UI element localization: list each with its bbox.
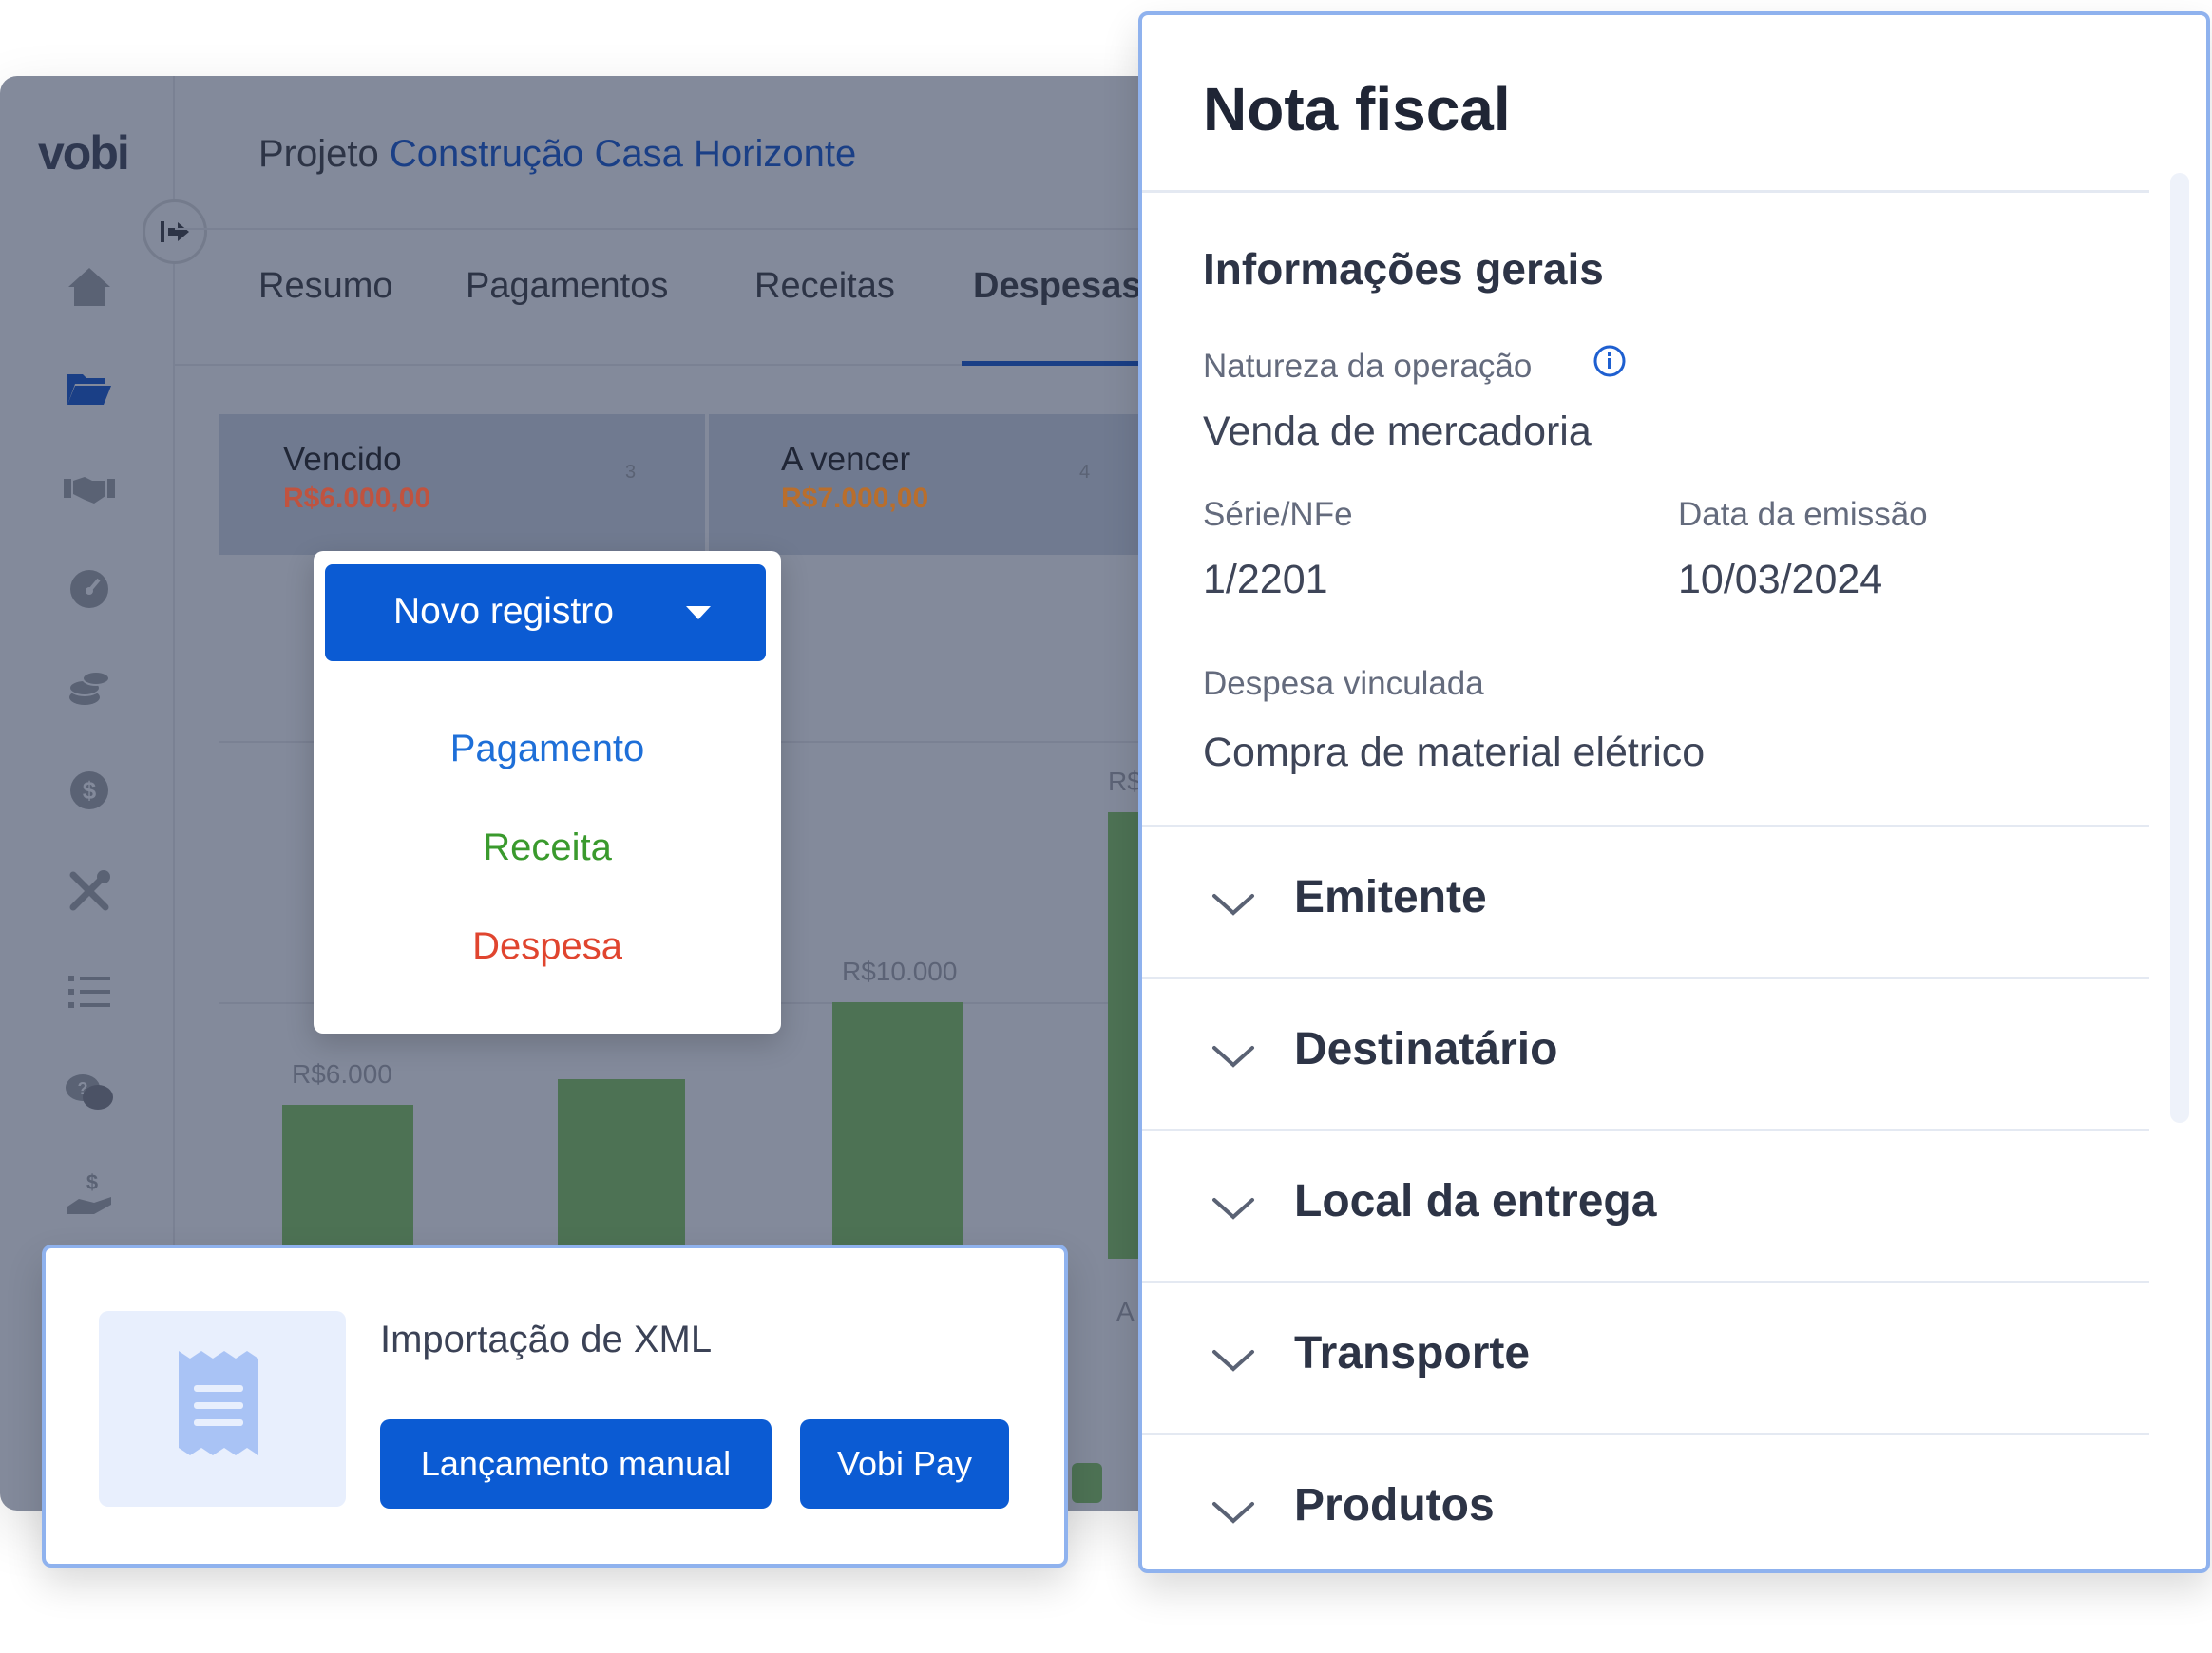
natureza-value: Venda de mercadoria <box>1203 408 1592 454</box>
accordion-transporte[interactable]: Transporte <box>1142 1283 2149 1435</box>
import-title: Importação de XML <box>380 1319 713 1360</box>
chart-bar[interactable] <box>832 1002 963 1259</box>
caret-down-icon <box>686 606 711 619</box>
menu-item-despesa[interactable]: Despesa <box>314 925 781 968</box>
chevron-down-icon <box>1212 1198 1254 1220</box>
nota-fiscal-panel: Nota fiscal Informações gerais Natureza … <box>1138 11 2210 1573</box>
chart-axis-label: A <box>1116 1297 1135 1326</box>
chart-bar[interactable] <box>282 1105 413 1259</box>
accordion-produtos[interactable]: Produtos <box>1142 1435 2149 1569</box>
accordion-local-entrega[interactable]: Local da entrega <box>1142 1131 2149 1283</box>
accordion-label: Produtos <box>1294 1480 1495 1530</box>
panel-scrollbar[interactable] <box>2170 173 2189 1123</box>
vobi-pay-button[interactable]: Vobi Pay <box>800 1419 1009 1509</box>
receipt-thumbnail <box>99 1311 346 1507</box>
accordion-label: Local da entrega <box>1294 1176 1657 1226</box>
chart-data-label: R$10.000 <box>842 957 958 986</box>
chart-bar[interactable] <box>558 1079 685 1259</box>
despesa-value: Compra de material elétrico <box>1203 730 1706 775</box>
new-record-dropdown: Novo registro Pagamento Receita Despesa <box>314 551 781 1034</box>
menu-item-receita[interactable]: Receita <box>314 826 781 869</box>
accordion-emitente[interactable]: Emitente <box>1142 827 2149 979</box>
serie-label: Série/NFe <box>1203 496 1353 533</box>
chevron-down-icon <box>1212 1046 1254 1068</box>
new-record-label: Novo registro <box>393 591 614 632</box>
accordion-label: Emitente <box>1294 872 1487 922</box>
chart-data-label: R$6.000 <box>292 1059 392 1089</box>
new-record-button[interactable]: Novo registro <box>325 564 766 661</box>
menu-item-pagamento[interactable]: Pagamento <box>314 728 781 770</box>
natureza-label: Natureza da operação <box>1203 348 1533 385</box>
data-emissao-value: 10/03/2024 <box>1678 557 1883 602</box>
chevron-down-icon <box>1212 894 1254 916</box>
title-divider <box>1142 190 2149 193</box>
chevron-down-icon <box>1212 1350 1254 1372</box>
chevron-down-icon <box>1212 1502 1254 1524</box>
despesa-label: Despesa vinculada <box>1203 665 1484 702</box>
accordion-label: Destinatário <box>1294 1024 1558 1074</box>
chart-legend-swatch <box>1072 1463 1102 1503</box>
chart-data-label: R$ <box>1108 767 1142 796</box>
data-emissao-label: Data da emissão <box>1678 496 1928 533</box>
receipt-icon <box>179 1351 258 1455</box>
serie-value: 1/2201 <box>1203 557 1328 602</box>
accordion-label: Transporte <box>1294 1328 1531 1378</box>
manual-entry-button[interactable]: Lançamento manual <box>380 1419 772 1509</box>
panel-title: Nota fiscal <box>1203 75 1511 143</box>
accordion-destinatario[interactable]: Destinatário <box>1142 979 2149 1131</box>
xml-import-card: Importação de XML Lançamento manual Vobi… <box>42 1244 1068 1568</box>
info-icon[interactable] <box>1592 344 1627 378</box>
section-title: Informações gerais <box>1203 244 1604 294</box>
